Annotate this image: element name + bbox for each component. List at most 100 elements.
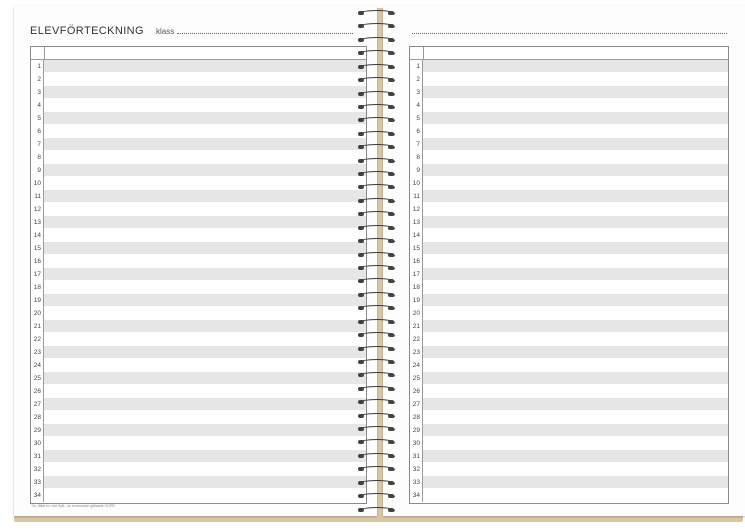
- student-name-cell[interactable]: [44, 216, 366, 229]
- student-name-cell[interactable]: [44, 398, 366, 411]
- table-row: 6: [31, 125, 366, 138]
- table-row: 14: [31, 229, 366, 242]
- class-write-line[interactable]: [177, 25, 353, 34]
- student-name-cell[interactable]: [44, 346, 366, 359]
- student-name-cell[interactable]: [423, 346, 728, 359]
- student-name-cell[interactable]: [423, 112, 728, 125]
- student-name-cell[interactable]: [423, 281, 728, 294]
- student-name-cell[interactable]: [423, 177, 728, 190]
- row-number: 27: [31, 398, 44, 411]
- table-row: 30: [31, 437, 366, 450]
- student-name-cell[interactable]: [423, 138, 728, 151]
- student-name-cell[interactable]: [423, 99, 728, 112]
- right-student-table: 1 2 3 4 5 6 7 8 9 10 11 12 13 14 15 16 17 18 19 20 21 22 23 24 2…: [409, 46, 729, 504]
- student-name-cell[interactable]: [44, 125, 366, 138]
- student-name-cell[interactable]: [44, 307, 366, 320]
- student-name-cell[interactable]: [423, 307, 728, 320]
- student-name-cell[interactable]: [423, 190, 728, 203]
- row-number: 6: [410, 125, 423, 138]
- student-name-cell[interactable]: [423, 255, 728, 268]
- student-name-cell[interactable]: [423, 164, 728, 177]
- spiral-coil: [354, 291, 398, 299]
- student-name-cell[interactable]: [423, 320, 728, 333]
- student-name-cell[interactable]: [423, 424, 728, 437]
- table-row: 26: [410, 385, 728, 398]
- table-row: 10: [410, 177, 728, 190]
- row-number: 12: [31, 203, 44, 216]
- spiral-coil: [354, 439, 398, 447]
- student-name-cell[interactable]: [423, 489, 728, 502]
- spiral-coil: [354, 506, 398, 514]
- student-name-cell[interactable]: [44, 151, 366, 164]
- student-name-cell[interactable]: [44, 203, 366, 216]
- student-name-cell[interactable]: [423, 268, 728, 281]
- row-number: 13: [410, 216, 423, 229]
- student-name-cell[interactable]: [44, 255, 366, 268]
- spiral-coil: [354, 493, 398, 501]
- student-name-cell[interactable]: [44, 268, 366, 281]
- student-name-cell[interactable]: [423, 73, 728, 86]
- student-name-cell[interactable]: [44, 359, 366, 372]
- student-name-cell[interactable]: [44, 372, 366, 385]
- row-number: 9: [31, 164, 44, 177]
- student-name-cell[interactable]: [423, 437, 728, 450]
- student-name-cell[interactable]: [44, 112, 366, 125]
- student-name-cell[interactable]: [423, 86, 728, 99]
- student-name-cell[interactable]: [44, 177, 366, 190]
- student-name-cell[interactable]: [423, 372, 728, 385]
- student-name-cell[interactable]: [44, 437, 366, 450]
- spiral-coil: [354, 251, 398, 259]
- student-name-cell[interactable]: [44, 86, 366, 99]
- spiral-coil: [354, 426, 398, 434]
- student-name-cell[interactable]: [44, 164, 366, 177]
- row-number: 2: [31, 73, 44, 86]
- student-name-cell[interactable]: [44, 190, 366, 203]
- student-name-cell[interactable]: [423, 203, 728, 216]
- spiral-coil: [354, 345, 398, 353]
- row-number: 19: [31, 294, 44, 307]
- row-number: 7: [31, 138, 44, 151]
- student-name-cell[interactable]: [44, 463, 366, 476]
- student-name-cell[interactable]: [44, 73, 366, 86]
- student-name-cell[interactable]: [44, 99, 366, 112]
- row-number: 6: [31, 125, 44, 138]
- student-name-cell[interactable]: [423, 411, 728, 424]
- student-name-cell[interactable]: [44, 385, 366, 398]
- student-name-cell[interactable]: [423, 359, 728, 372]
- table-row: 12: [31, 203, 366, 216]
- student-name-cell[interactable]: [44, 424, 366, 437]
- student-name-cell[interactable]: [423, 242, 728, 255]
- student-name-cell[interactable]: [44, 320, 366, 333]
- student-name-cell[interactable]: [44, 229, 366, 242]
- student-name-cell[interactable]: [44, 281, 366, 294]
- spiral-coil: [354, 77, 398, 85]
- student-name-cell[interactable]: [423, 450, 728, 463]
- table-row: 6: [410, 125, 728, 138]
- student-name-cell[interactable]: [423, 60, 728, 73]
- student-name-cell[interactable]: [423, 294, 728, 307]
- student-name-cell[interactable]: [423, 229, 728, 242]
- student-name-cell[interactable]: [44, 294, 366, 307]
- student-name-cell[interactable]: [423, 476, 728, 489]
- student-name-cell[interactable]: [423, 151, 728, 164]
- row-number: 17: [410, 268, 423, 281]
- student-name-cell[interactable]: [44, 242, 366, 255]
- student-name-cell[interactable]: [423, 333, 728, 346]
- student-name-cell[interactable]: [423, 398, 728, 411]
- student-name-cell[interactable]: [423, 463, 728, 476]
- student-name-cell[interactable]: [44, 60, 366, 73]
- student-name-cell[interactable]: [423, 125, 728, 138]
- student-name-cell[interactable]: [44, 333, 366, 346]
- student-name-cell[interactable]: [423, 385, 728, 398]
- student-name-cell[interactable]: [44, 489, 366, 502]
- row-number: 1: [410, 60, 423, 73]
- student-name-cell[interactable]: [44, 138, 366, 151]
- student-name-cell[interactable]: [44, 450, 366, 463]
- right-header-write-line[interactable]: [412, 25, 727, 34]
- student-name-cell[interactable]: [423, 216, 728, 229]
- student-name-cell[interactable]: [44, 476, 366, 489]
- spiral-coil: [354, 50, 398, 58]
- spiral-coil: [354, 358, 398, 366]
- spiral-coil: [354, 184, 398, 192]
- student-name-cell[interactable]: [44, 411, 366, 424]
